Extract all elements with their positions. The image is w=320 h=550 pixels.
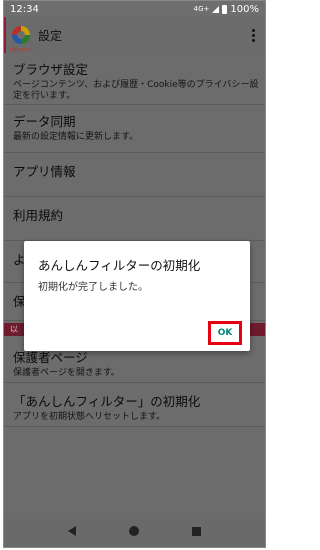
setting-desc: アプリを初期状態へリセットします。 [13,412,166,422]
setting-app-info[interactable]: アプリ情報 [4,161,265,197]
page-title: 設定 [38,28,63,43]
home-icon[interactable] [128,526,139,536]
setting-desc: 最新の設定情報に更新します。 [13,132,139,142]
setting-title: ブラウザ設定 [13,62,89,77]
battery-percent: 100% [230,3,259,15]
setting-title: アプリ情報 [13,164,76,179]
status-time: 12:34 [10,3,39,15]
setting-terms[interactable]: 利用規約 [4,205,265,241]
navigation-bar [4,513,265,547]
setting-title: 利用規約 [13,208,64,223]
setting-desc: ページコンテンツ、および履歴・Cookie等のプライバシー設定を行います。 [13,80,259,101]
setting-title: データ同期 [13,114,76,129]
dialog-message: 初期化が完了しました。 [38,282,148,293]
app-toolbar: docomo 設定 [4,17,265,53]
battery-icon [222,4,228,14]
ok-highlight-box: OK [208,321,242,345]
signal-icon [212,5,220,13]
overflow-menu-icon[interactable] [243,28,263,42]
docomo-logo-icon [12,26,30,44]
back-icon[interactable] [68,526,77,536]
setting-browser[interactable]: ブラウザ設定 ページコンテンツ、および履歴・Cookie等のプライバシー設定を行… [4,59,265,105]
phone-screen: 12:34 4G+ 100% docomo 設定 ブラウザ設定 ページコンテンツ… [3,0,266,548]
dialog-title: あんしんフィルターの初期化 [38,258,201,273]
setting-data-sync[interactable]: データ同期 最新の設定情報に更新します。 [4,111,265,153]
status-bar: 12:34 4G+ 100% [4,1,265,17]
status-indicators: 4G+ 100% [194,4,259,15]
ok-button[interactable]: OK [218,328,233,338]
reset-complete-dialog: あんしんフィルターの初期化 初期化が完了しました。 OK [24,241,250,351]
recent-apps-icon[interactable] [191,526,201,536]
setting-title: 「あんしんフィルター」の初期化 [13,394,201,409]
setting-reset-filter[interactable]: 「あんしんフィルター」の初期化 アプリを初期状態へリセットします。 [4,391,265,427]
setting-parent-page[interactable]: 保護者ページ 保護者ページを開きます。 [4,347,265,383]
network-label: 4G+ [193,5,210,13]
setting-desc: 保護者ページを開きます。 [13,368,120,378]
